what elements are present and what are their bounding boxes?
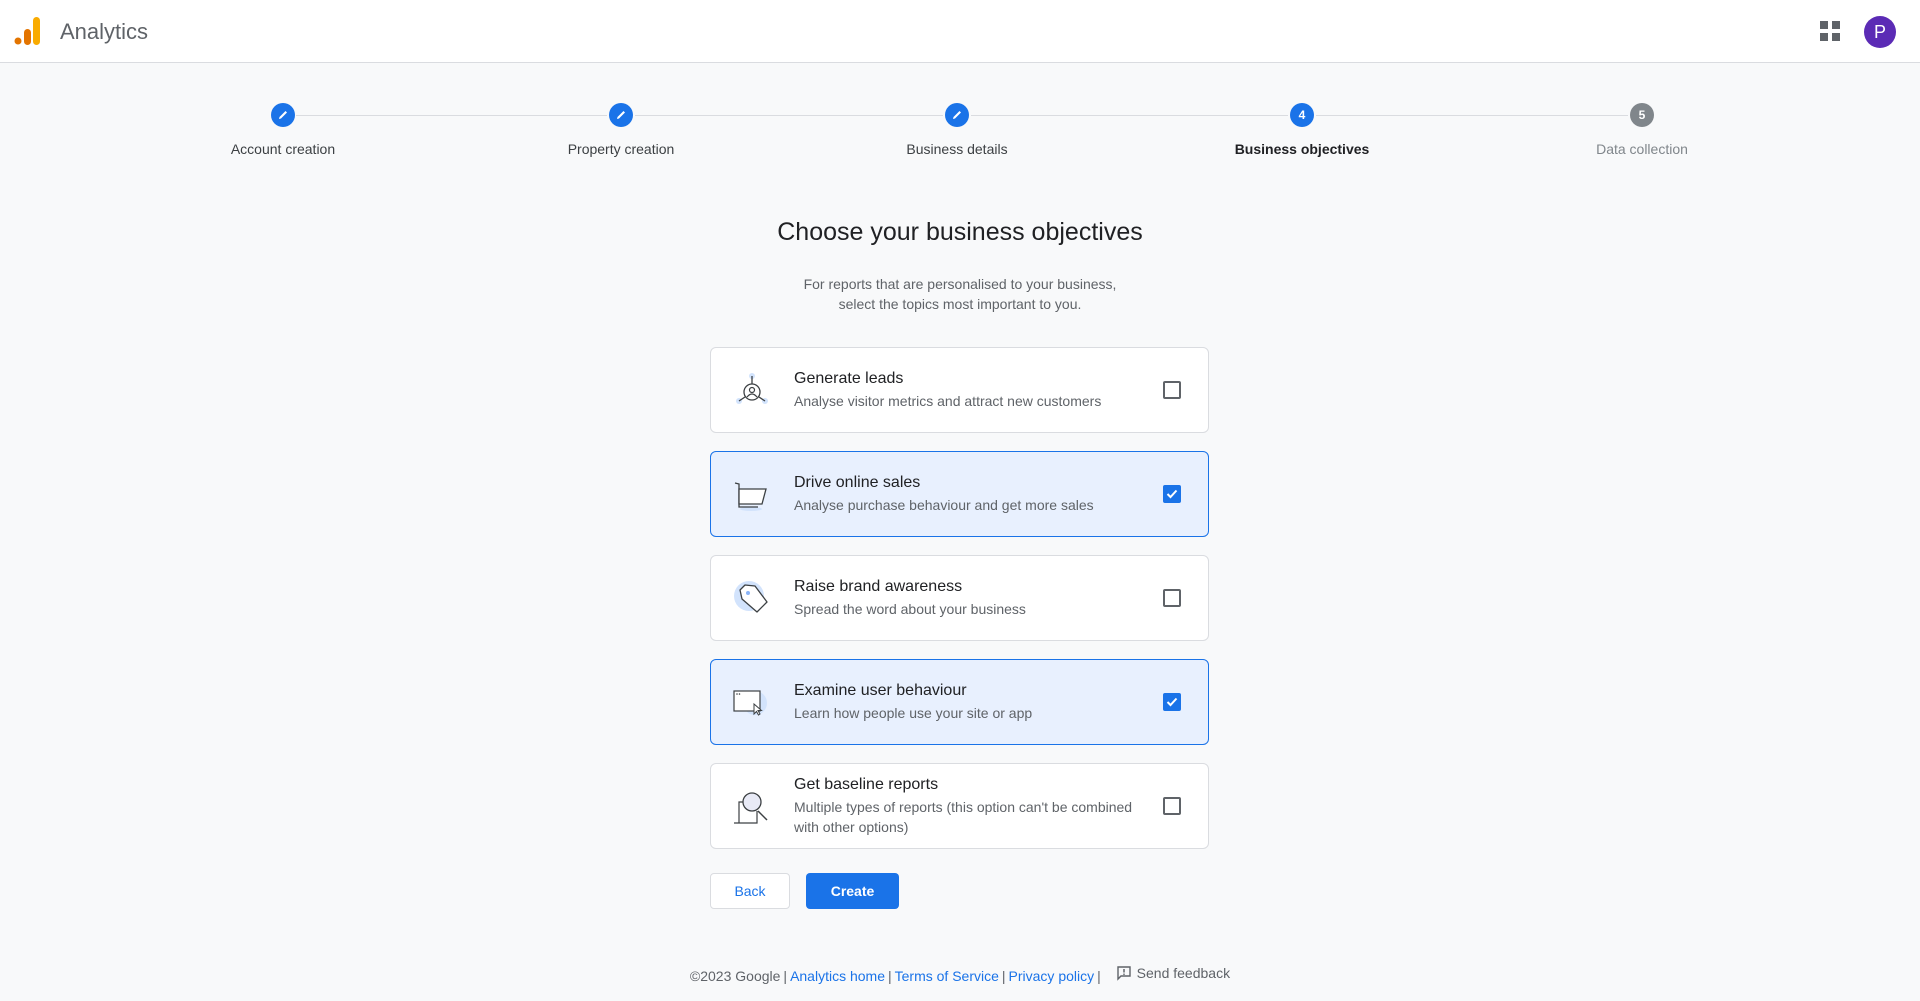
magnifier-report-icon <box>734 792 768 824</box>
separator: | <box>783 968 788 984</box>
page-title: Choose your business objectives <box>777 218 1143 246</box>
step-label: Account creation <box>230 141 336 157</box>
subtitle-line: For reports that are personalised to you… <box>803 276 1117 292</box>
step-label: Business details <box>906 141 1008 157</box>
edit-pencil-icon[interactable] <box>945 103 969 127</box>
option-raise-brand-awareness[interactable]: Raise brand awareness Spread the word ab… <box>710 555 1209 641</box>
option-checkbox[interactable] <box>1163 693 1181 711</box>
step-number: 4 <box>1290 103 1314 127</box>
option-description: Learn how people use your site or app <box>794 704 1033 721</box>
option-title: Drive online sales <box>794 473 921 491</box>
option-title: Get baseline reports <box>794 775 939 793</box>
back-button[interactable]: Back <box>710 873 790 909</box>
step-label: Business objectives <box>1234 141 1370 157</box>
separator: | <box>888 968 892 984</box>
price-tag-icon <box>734 581 768 613</box>
edit-pencil-icon[interactable] <box>609 103 633 127</box>
option-description: Spread the word about your business <box>794 600 1026 617</box>
apps-grid-icon[interactable] <box>1820 21 1842 43</box>
option-examine-user-behaviour[interactable]: Examine user behaviour Learn how people … <box>710 659 1209 745</box>
option-generate-leads[interactable]: Generate leads Analyse visitor metrics a… <box>710 347 1209 433</box>
app-title: Analytics <box>60 19 149 44</box>
step-account-creation[interactable]: Account creation <box>173 103 393 157</box>
step-business-details[interactable]: Business details <box>847 103 1067 157</box>
terms-of-service-link[interactable]: Terms of Service <box>895 968 999 984</box>
step-business-objectives: 4 Business objectives <box>1192 103 1412 157</box>
page-subtitle: For reports that are personalised to you… <box>0 274 1920 314</box>
send-feedback-button[interactable]: Send feedback <box>1116 965 1230 981</box>
top-app-bar: Analytics P <box>0 0 1920 63</box>
send-feedback-label: Send feedback <box>1136 965 1231 981</box>
option-description: Analyse purchase behaviour and get more … <box>794 496 1094 513</box>
option-checkbox[interactable] <box>1163 381 1181 399</box>
leads-target-icon <box>736 373 768 404</box>
checkmark-icon <box>1166 489 1178 499</box>
account-avatar[interactable]: P <box>1864 16 1896 48</box>
privacy-policy-link[interactable]: Privacy policy <box>1009 968 1095 984</box>
copyright: ©2023 Google <box>689 968 781 984</box>
shopping-cart-icon <box>734 482 767 511</box>
step-label: Property creation <box>567 141 675 157</box>
option-title: Raise brand awareness <box>794 577 963 595</box>
option-checkbox[interactable] <box>1163 797 1181 815</box>
separator: | <box>1097 968 1101 984</box>
option-drive-online-sales[interactable]: Drive online sales Analyse purchase beha… <box>710 451 1209 537</box>
subtitle-line: select the topics most important to you. <box>838 296 1082 312</box>
checkmark-icon <box>1166 697 1178 707</box>
separator: | <box>1001 968 1006 984</box>
step-label: Data collection <box>1596 141 1688 157</box>
step-data-collection: 5 Data collection <box>1532 103 1752 157</box>
option-checkbox[interactable] <box>1163 589 1181 607</box>
option-title: Generate leads <box>794 369 904 387</box>
footer: ©2023 Google | Analytics home | Terms of Ser… <box>0 965 1920 984</box>
option-description: Analyse visitor metrics and attract new … <box>794 392 1102 409</box>
browser-cursor-icon <box>733 690 767 716</box>
google-analytics-logo-icon[interactable] <box>14 16 42 46</box>
option-description: Multiple types of reports (this option c… <box>794 798 1133 835</box>
feedback-icon <box>1116 966 1131 981</box>
option-checkbox[interactable] <box>1163 485 1181 503</box>
step-number: 5 <box>1630 103 1654 127</box>
step-property-creation[interactable]: Property creation <box>511 103 731 157</box>
analytics-home-link[interactable]: Analytics home <box>790 968 885 984</box>
edit-pencil-icon[interactable] <box>271 103 295 127</box>
option-get-baseline-reports[interactable]: Get baseline reports Multiple types of r… <box>710 763 1209 849</box>
option-title: Examine user behaviour <box>794 681 967 699</box>
create-button[interactable]: Create <box>806 873 899 909</box>
